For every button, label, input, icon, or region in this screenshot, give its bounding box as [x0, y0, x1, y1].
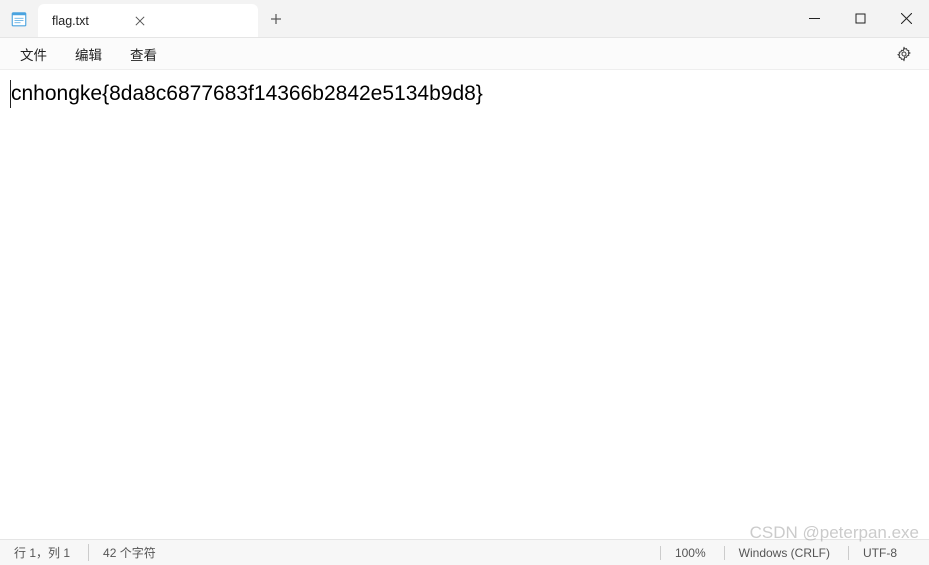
titlebar: flag.txt	[0, 0, 929, 38]
status-line-ending[interactable]: Windows (CRLF)	[724, 546, 848, 560]
statusbar: 行 1，列 1 42 个字符 100% Windows (CRLF) UTF-8	[0, 539, 929, 565]
menu-edit[interactable]: 编辑	[61, 40, 116, 68]
editor-area[interactable]: cnhongke{8da8c6877683f14366b2842e5134b9d…	[0, 70, 929, 539]
minimize-button[interactable]	[791, 0, 837, 37]
notepad-app-icon	[0, 0, 38, 37]
window-controls	[791, 0, 929, 37]
tab-flag[interactable]: flag.txt	[38, 4, 258, 37]
settings-button[interactable]	[889, 39, 919, 69]
new-tab-button[interactable]	[258, 0, 294, 37]
close-window-button[interactable]	[883, 0, 929, 37]
close-tab-icon[interactable]	[129, 10, 151, 32]
menu-file[interactable]: 文件	[6, 40, 61, 68]
status-cursor-position: 行 1，列 1	[14, 544, 88, 561]
status-zoom[interactable]: 100%	[660, 546, 724, 560]
menu-view[interactable]: 查看	[116, 40, 171, 68]
tab-title: flag.txt	[52, 14, 89, 28]
status-char-count: 42 个字符	[88, 544, 174, 561]
titlebar-drag-area[interactable]	[294, 0, 791, 37]
editor-text: cnhongke{8da8c6877683f14366b2842e5134b9d…	[10, 80, 919, 108]
menubar: 文件 编辑 查看	[0, 38, 929, 70]
maximize-button[interactable]	[837, 0, 883, 37]
status-encoding[interactable]: UTF-8	[848, 546, 915, 560]
